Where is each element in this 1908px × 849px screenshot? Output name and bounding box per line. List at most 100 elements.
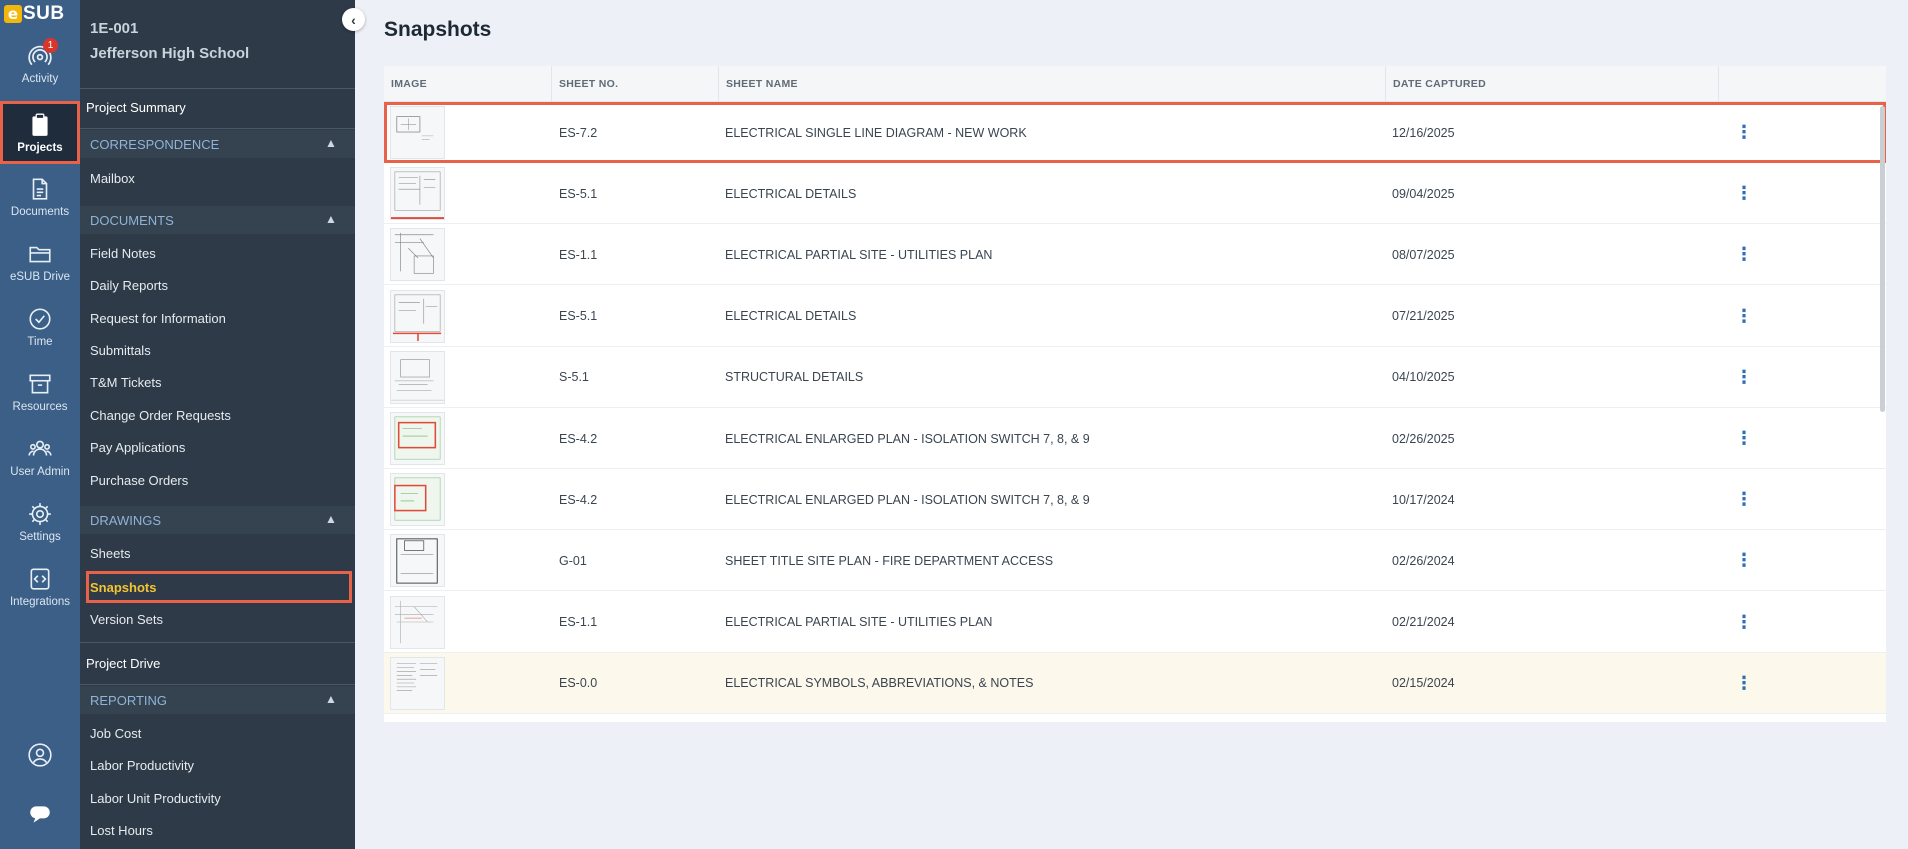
column-header-sheet-name[interactable]: SHEET NAME <box>719 66 1386 102</box>
esub-logo[interactable]: e SUB <box>4 3 65 25</box>
nav-item-rfi[interactable]: Request for Information <box>90 311 226 326</box>
chevron-up-icon[interactable]: ▲ <box>325 512 337 526</box>
table-scrollbar[interactable] <box>1880 106 1885 412</box>
table-row[interactable]: ES-1.1 ELECTRICAL PARTIAL SITE - UTILITIE… <box>384 592 1886 653</box>
section-documents[interactable]: DOCUMENTS ▲ <box>80 206 355 234</box>
column-header-date-captured[interactable]: DATE CAPTURED <box>1386 66 1719 102</box>
section-drawings-title: DRAWINGS <box>90 512 162 528</box>
table-row[interactable]: ES-5.1 ELECTRICAL DETAILS 07/21/2025 ⋮ <box>384 286 1886 347</box>
snapshot-thumbnail[interactable] <box>390 595 445 649</box>
nav-item-version-sets[interactable]: Version Sets <box>90 612 163 627</box>
cell-date-captured: 04/10/2025 <box>1392 370 1455 385</box>
rail-integrations-label: Integrations <box>9 596 71 608</box>
section-drawings[interactable]: DRAWINGS ▲ <box>80 506 355 534</box>
nav-item-job-cost[interactable]: Job Cost <box>90 726 141 741</box>
chevron-left-icon: ‹ <box>351 11 356 28</box>
more-options-icon[interactable]: ⋮ <box>1734 224 1754 285</box>
cell-sheet-name: ELECTRICAL ENLARGED PLAN - ISOLATION SWI… <box>725 431 1090 446</box>
rail-settings[interactable]: Settings <box>0 492 80 552</box>
rail-projects[interactable]: Projects <box>0 101 80 164</box>
rail-resources[interactable]: Resources <box>0 362 80 422</box>
more-options-icon[interactable]: ⋮ <box>1734 653 1754 714</box>
rail-esub-drive[interactable]: eSUB Drive <box>0 232 80 292</box>
rail-documents[interactable]: Documents <box>0 167 80 227</box>
cell-sheet-name: ELECTRICAL PARTIAL SITE - UTILITIES PLAN <box>725 247 993 262</box>
table-row[interactable]: ES-7.2 ELECTRICAL SINGLE LINE DIAGRAM - N… <box>384 102 1886 163</box>
cell-sheet-no: S-5.1 <box>559 370 589 385</box>
table-row[interactable]: ES-0.0 ELECTRICAL SYMBOLS, ABBREVIATIONS,… <box>384 652 1886 714</box>
more-options-icon[interactable]: ⋮ <box>1734 286 1754 347</box>
nav-item-labor-unit-productivity[interactable]: Labor Unit Productivity <box>90 791 221 806</box>
logo-e-mark: e <box>4 5 22 23</box>
snapshot-thumbnail[interactable] <box>390 289 445 343</box>
rail-activity[interactable]: Activity 1 <box>0 34 80 94</box>
nav-project-summary[interactable]: Project Summary <box>86 100 186 115</box>
nav-item-mailbox[interactable]: Mailbox <box>90 171 135 186</box>
snapshot-thumbnail[interactable] <box>390 656 445 710</box>
table-row[interactable]: ES-4.2 ELECTRICAL ENLARGED PLAN - ISOLATI… <box>384 408 1886 469</box>
nav-item-lost-hours[interactable]: Lost Hours <box>90 823 153 838</box>
chevron-up-icon[interactable]: ▲ <box>325 212 337 226</box>
collapse-nav-button[interactable]: ‹ <box>342 8 365 31</box>
cell-sheet-no: G-01 <box>559 553 587 568</box>
nav-item-submittals[interactable]: Submittals <box>90 343 151 358</box>
rail-time[interactable]: Time <box>0 297 80 357</box>
cell-sheet-no: ES-4.2 <box>559 431 598 446</box>
nav-item-sheets[interactable]: Sheets <box>90 546 130 561</box>
snapshot-thumbnail[interactable] <box>390 228 445 282</box>
nav-item-field-notes[interactable]: Field Notes <box>90 246 156 261</box>
cell-sheet-no: ES-4.2 <box>559 492 598 507</box>
rail-resources-label: Resources <box>12 401 68 413</box>
more-options-icon[interactable]: ⋮ <box>1734 347 1754 408</box>
section-correspondence-title: CORRESPONDENCE <box>90 136 220 152</box>
more-options-icon[interactable]: ⋮ <box>1734 408 1754 469</box>
snapshot-thumbnail[interactable] <box>390 473 445 527</box>
table-row[interactable]: G-01 SHEET TITLE SITE PLAN - FIRE DEPARTM… <box>384 530 1886 592</box>
more-options-icon[interactable]: ⋮ <box>1734 530 1754 591</box>
nav-item-daily-reports[interactable]: Daily Reports <box>90 278 168 293</box>
nav-item-change-order-requests[interactable]: Change Order Requests <box>90 408 231 423</box>
user-circle-icon <box>28 743 52 767</box>
chevron-up-icon[interactable]: ▲ <box>325 136 337 150</box>
snapshot-thumbnail[interactable] <box>390 534 445 588</box>
nav-item-tm-tickets[interactable]: T&M Tickets <box>90 375 162 390</box>
cell-sheet-name: SHEET TITLE SITE PLAN - FIRE DEPARTMENT … <box>725 553 1054 568</box>
rail-user-admin-label: User Admin <box>10 466 70 478</box>
column-header-sheet-no[interactable]: SHEET NO. <box>552 66 719 102</box>
cell-sheet-name: ELECTRICAL DETAILS <box>725 309 857 324</box>
table-row[interactable]: S-5.1 STRUCTURAL DETAILS 04/10/2025 ⋮ <box>384 347 1886 408</box>
chevron-up-icon[interactable]: ▲ <box>325 692 337 706</box>
snapshot-thumbnail[interactable] <box>390 412 445 465</box>
snapshot-thumbnail[interactable] <box>390 350 445 404</box>
rail-profile[interactable] <box>0 727 80 787</box>
more-options-icon[interactable]: ⋮ <box>1734 163 1754 224</box>
more-options-icon[interactable]: ⋮ <box>1734 592 1754 653</box>
rail-integrations[interactable]: Integrations <box>0 557 80 617</box>
section-reporting[interactable]: REPORTING ▲ <box>80 686 355 714</box>
more-options-icon[interactable]: ⋮ <box>1734 469 1754 530</box>
more-options-icon[interactable]: ⋮ <box>1734 102 1754 163</box>
nav-item-purchase-orders[interactable]: Purchase Orders <box>90 473 188 488</box>
rail-chat[interactable] <box>0 790 80 842</box>
logo-text: SUB <box>23 3 65 24</box>
section-reporting-title: REPORTING <box>90 692 168 708</box>
cell-date-captured: 02/26/2025 <box>1392 431 1455 446</box>
rail-user-admin[interactable]: User Admin <box>0 427 80 487</box>
table-row[interactable]: ES-4.2 ELECTRICAL ENLARGED PLAN - ISOLATI… <box>384 469 1886 531</box>
table-row[interactable]: ES-1.1 ELECTRICAL PARTIAL SITE - UTILITIE… <box>384 224 1886 286</box>
notification-badge: 1 <box>43 38 58 53</box>
cell-sheet-no: ES-5.1 <box>559 186 598 201</box>
snapshot-thumbnail[interactable] <box>390 106 445 159</box>
nav-item-snapshots[interactable]: Snapshots <box>86 571 352 603</box>
table-row[interactable]: ES-5.1 ELECTRICAL DETAILS 09/04/2025 ⋮ <box>384 163 1886 225</box>
project-code: 1E-001 <box>90 20 139 37</box>
nav-project-drive[interactable]: Project Drive <box>86 656 160 671</box>
nav-item-pay-applications[interactable]: Pay Applications <box>90 440 185 455</box>
snapshot-thumbnail[interactable] <box>390 167 445 221</box>
users-icon <box>28 440 52 456</box>
section-correspondence[interactable]: CORRESPONDENCE ▲ <box>80 130 355 158</box>
table-header: IMAGE SHEET NO. SHEET NAME DATE CAPTURED <box>384 66 1886 102</box>
nav-divider <box>80 88 355 89</box>
column-header-image[interactable]: IMAGE <box>384 66 552 102</box>
nav-item-labor-productivity[interactable]: Labor Productivity <box>90 758 194 773</box>
